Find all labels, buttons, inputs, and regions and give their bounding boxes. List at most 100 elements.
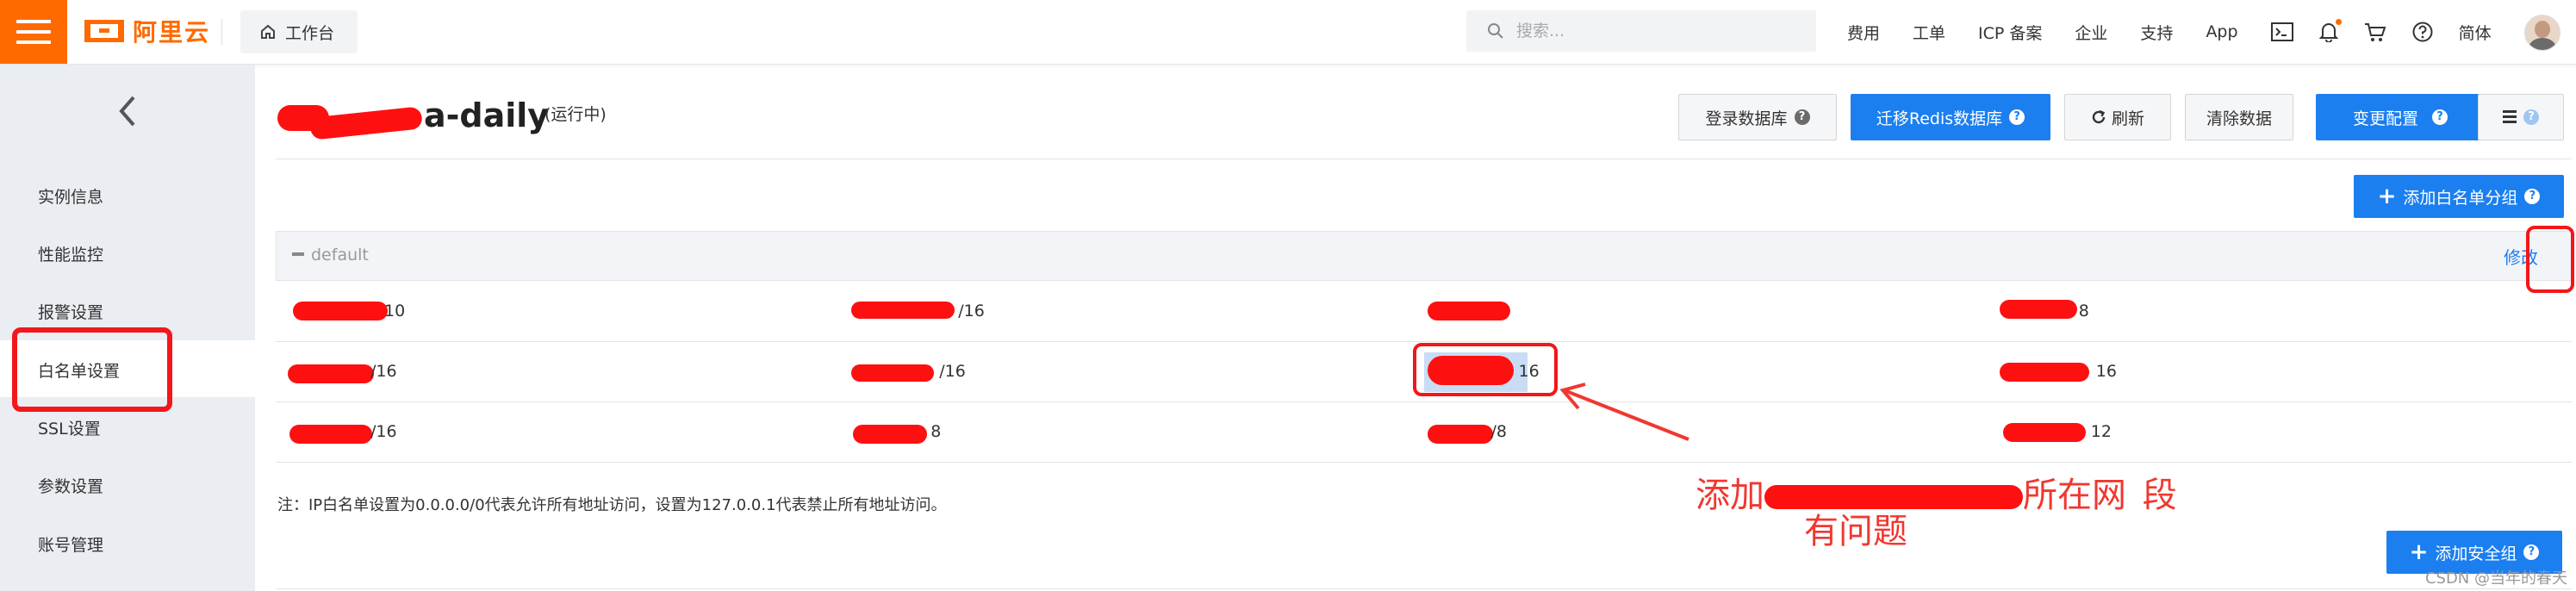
annotation-end: 段 — [2142, 476, 2177, 515]
home-icon — [261, 24, 275, 39]
change-config-button[interactable]: 变更配置? — [2316, 94, 2485, 140]
avatar-body — [2529, 38, 2556, 50]
sidebar-item-accounts[interactable]: 账号管理 — [38, 532, 103, 556]
sidebar-item-params[interactable]: 参数设置 — [38, 474, 103, 497]
aliyun-logo[interactable]: 阿里云 — [84, 14, 210, 48]
aliyun-logo-mark-icon — [84, 20, 124, 42]
workbench-button[interactable]: 工作台 — [240, 10, 358, 53]
top-nav: 费用 工单 ICP 备案 企业 支持 App 简体 — [1847, 0, 2524, 64]
migrate-redis-button[interactable]: 迁移Redis数据库? — [1851, 94, 2050, 140]
question-icon[interactable]: ? — [2523, 109, 2539, 125]
footer-divider — [276, 588, 2572, 589]
ip-cell: /16 — [276, 341, 850, 402]
redaction-scribble — [851, 302, 955, 319]
redaction-scribble — [1999, 300, 2077, 319]
annotation-prefix: 添加 — [1696, 476, 1764, 515]
search-icon — [1488, 23, 1503, 39]
table-row: /16 8 /8 12 — [276, 401, 2572, 463]
clear-data-button[interactable]: 清除数据 — [2185, 94, 2293, 140]
sidebar-item-instance-info[interactable]: 实例信息 — [38, 184, 103, 208]
nav-tickets[interactable]: 工单 — [1913, 21, 1945, 44]
divider — [221, 19, 222, 45]
refresh-button[interactable]: 刷新 — [2064, 94, 2171, 140]
search-box[interactable] — [1466, 10, 1816, 52]
question-icon[interactable]: ? — [2009, 109, 2025, 125]
ip-cell: 8 — [1997, 281, 2572, 342]
redaction-scribble — [1427, 302, 1510, 320]
plus-icon: + — [2377, 184, 2397, 209]
ip-cell: /16 — [849, 281, 1424, 342]
ip-value: /16 — [370, 362, 397, 381]
sidebar-item-ssl[interactable]: SSL设置 — [38, 416, 101, 439]
nav-fees[interactable]: 费用 — [1847, 21, 1880, 44]
redaction-scribble — [1999, 362, 2089, 382]
ip-cell — [1423, 281, 1998, 342]
list-icon — [2503, 110, 2517, 123]
annotation-line-2: 有问题 — [1804, 512, 1907, 551]
help-icon[interactable] — [2412, 22, 2433, 42]
annotation-arrow-icon — [1559, 383, 1689, 441]
redaction-scribble — [1427, 424, 1493, 444]
ip-cell: /16 — [276, 401, 850, 463]
group-name[interactable]: default — [292, 246, 369, 264]
sidebar-item-performance[interactable]: 性能监控 — [38, 242, 103, 265]
ip-value: 12 — [2090, 422, 2112, 441]
more-menu-button[interactable]: ? — [2478, 94, 2564, 140]
ip-value: 16 — [2095, 362, 2117, 381]
whitelist-group-header: default 修改 — [276, 231, 2572, 281]
nav-enterprise[interactable]: 企业 — [2075, 21, 2107, 44]
annotation-suffix: 所在网 — [2023, 476, 2126, 515]
redaction-scribble — [851, 364, 935, 382]
change-config-label: 变更配置 — [2352, 109, 2418, 128]
terminal-icon[interactable] — [2270, 22, 2293, 41]
refresh-icon — [2092, 109, 2106, 124]
question-icon[interactable]: ? — [2523, 544, 2540, 560]
nav-icp[interactable]: ICP 备案 — [1978, 21, 2042, 44]
nav-support[interactable]: 支持 — [2140, 21, 2173, 44]
migrate-redis-label: 迁移Redis数据库 — [1876, 109, 2003, 128]
collapse-sidebar-button[interactable] — [0, 65, 255, 158]
ip-value: /16 — [939, 362, 966, 381]
login-database-label: 登录数据库 — [1705, 109, 1788, 128]
question-icon[interactable]: ? — [2524, 189, 2541, 204]
redaction-scribble — [288, 364, 374, 383]
add-whitelist-group-button[interactable]: + 添加白名单分组? — [2354, 175, 2564, 218]
instance-title: a-daily — [276, 96, 549, 134]
bell-icon[interactable] — [2318, 19, 2342, 42]
avatar-head — [2535, 21, 2550, 38]
table-row: 10 /16 8 — [276, 281, 2572, 342]
add-security-group-label: 添加安全组 — [2435, 544, 2517, 563]
annotation-highlight-box — [12, 327, 172, 412]
ip-value: /16 — [958, 301, 985, 320]
nav-app[interactable]: App — [2206, 22, 2237, 41]
instance-title-suffix: a-daily — [424, 96, 550, 134]
collapse-icon[interactable] — [292, 252, 304, 256]
login-database-button[interactable]: 登录数据库? — [1678, 94, 1837, 140]
instance-status: (运行中) — [544, 105, 607, 124]
redaction-scribble — [289, 424, 372, 444]
avatar[interactable] — [2524, 15, 2560, 51]
ip-cell: /16 — [849, 341, 1424, 402]
clear-data-label: 清除数据 — [2206, 109, 2272, 128]
refresh-label: 刷新 — [2111, 109, 2144, 128]
question-icon[interactable]: ? — [1794, 109, 1810, 125]
ip-cell: 8 — [849, 401, 1424, 463]
ip-cell: /8 — [1423, 401, 1998, 463]
redaction-scribble — [293, 302, 388, 320]
top-bar: 阿里云 工作台 费用 工单 ICP 备案 企业 支持 App — [0, 0, 2576, 65]
hamburger-menu-icon[interactable] — [0, 0, 67, 64]
ip-cell: 12 — [1997, 401, 2572, 463]
redaction-scribble — [853, 424, 928, 444]
whitelist-note: 注：IP白名单设置为0.0.0.0/0代表允许所有地址访问，设置为127.0.0… — [277, 496, 947, 514]
question-icon[interactable]: ? — [2432, 109, 2448, 125]
notification-dot — [2335, 19, 2342, 25]
cart-icon[interactable] — [2364, 22, 2386, 42]
ip-value: /8 — [1490, 422, 1508, 441]
add-whitelist-group-label: 添加白名单分组 — [2403, 188, 2518, 208]
sidebar-item-alerts[interactable]: 报警设置 — [38, 300, 103, 323]
search-input[interactable] — [1515, 21, 1794, 41]
annotation-line-1: 添加 所在网 段 — [1696, 467, 2177, 517]
language-switch[interactable]: 简体 — [2459, 21, 2492, 44]
ip-value: 16 — [1518, 362, 1540, 381]
ip-value: 8 — [2078, 301, 2089, 320]
